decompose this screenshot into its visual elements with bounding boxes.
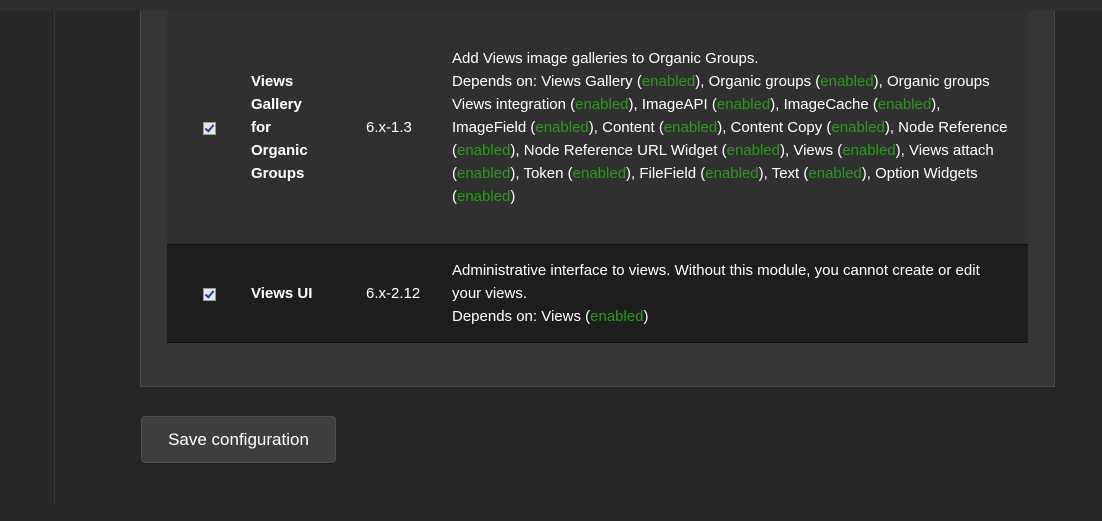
dependency-name: Content ( (602, 119, 664, 136)
dependency-separator: ), (884, 119, 899, 136)
dependency-status: enabled (575, 96, 629, 113)
dependency-name: Organic groups ( (708, 73, 821, 90)
module-row: Views UI 6.x-2.12 Administrative interfa… (167, 244, 1028, 343)
module-row: Views Gallery for Organic Groups 6.x-1.3… (167, 11, 1028, 245)
module-description: Add Views image galleries to Organic Gro… (452, 50, 759, 67)
dependency-name: Views ( (541, 308, 591, 325)
module-dependencies: Depends on: Views (enabled) (452, 305, 1008, 328)
dependency-status: enabled (808, 165, 862, 182)
dependency-status: enabled (820, 73, 874, 90)
dependency-separator: ), (758, 165, 772, 182)
dependency-status: enabled (705, 165, 759, 182)
depends-on-label: Depends on: (452, 308, 542, 325)
dependency-status: enabled (457, 188, 511, 205)
dependency-status: enabled (590, 308, 644, 325)
dependency-status: enabled (877, 96, 932, 113)
module-name-cell: Views Gallery for Organic Groups (251, 11, 366, 245)
dependency-status: enabled (716, 96, 771, 113)
dependency-name: ImageField ( (452, 119, 536, 136)
dependency-status: enabled (457, 165, 511, 182)
depends-on-label: Depends on: (452, 73, 542, 90)
dependency-separator: ), (873, 73, 888, 90)
dependency-separator: ), (510, 142, 524, 159)
module-enabled-checkbox[interactable] (203, 287, 216, 301)
module-name-line: Views UI (251, 285, 313, 302)
left-divider (54, 11, 55, 504)
dependency-separator: ), (695, 73, 709, 90)
dependency-separator: ), (628, 96, 642, 113)
dependency-status: enabled (726, 142, 780, 159)
dependency-status: enabled (842, 142, 896, 159)
module-name-line: Gallery (251, 96, 302, 113)
dependency-separator: ), (770, 96, 784, 113)
module-description-cell: Add Views image galleries to Organic Gro… (452, 11, 1028, 245)
dependency-separator: ), (510, 165, 524, 182)
dependency-status: enabled (641, 73, 696, 90)
module-enable-cell (167, 244, 251, 343)
module-description: Administrative interface to views. Witho… (452, 262, 980, 302)
dependency-name: Token ( (523, 165, 573, 182)
dependency-separator: ) (510, 188, 516, 205)
module-description-cell: Administrative interface to views. Witho… (452, 244, 1028, 343)
dependency-name: FileField ( (639, 165, 706, 182)
module-version: 6.x-2.12 (366, 244, 452, 343)
dependency-status: enabled (663, 119, 718, 136)
dependency-name: Text ( (771, 165, 809, 182)
dependency-separator: ), (895, 142, 909, 159)
module-enable-cell (167, 11, 251, 245)
dependency-name: ImageCache ( (783, 96, 878, 113)
module-name-line: for (251, 119, 271, 136)
module-name-line: Organic (251, 142, 308, 159)
dependency-status: enabled (535, 119, 589, 136)
module-name-cell: Views UI (251, 244, 366, 343)
dependency-status: enabled (457, 142, 511, 159)
dependency-name: Content Copy ( (730, 119, 832, 136)
module-name-line: Groups (251, 165, 305, 182)
dependency-separator: ), (780, 142, 794, 159)
dependency-separator: ), (717, 119, 731, 136)
dependency-name: Views ( (793, 142, 843, 159)
dependency-name: Views Gallery ( (541, 73, 642, 90)
dependency-separator: ), (861, 165, 876, 182)
dependency-status: enabled (831, 119, 885, 136)
dependency-name: Node Reference URL Widget ( (523, 142, 727, 159)
save-configuration-button[interactable]: Save configuration (141, 416, 336, 463)
module-enabled-checkbox[interactable] (203, 121, 216, 135)
module-name-line: Views (251, 73, 294, 90)
module-dependencies: Depends on: Views Gallery (enabled), Org… (452, 70, 1008, 208)
module-version: 6.x-1.3 (366, 11, 452, 245)
page-top-strip (0, 0, 1102, 11)
dependency-separator: ) (643, 308, 649, 325)
modules-table: Views Gallery for Organic Groups 6.x-1.3… (167, 11, 1028, 343)
dependency-name: ImageAPI ( (641, 96, 717, 113)
dependency-separator: ), (588, 119, 603, 136)
dependency-status: enabled (572, 165, 627, 182)
dependency-separator: ), (626, 165, 640, 182)
dependency-separator: ), (931, 96, 941, 113)
